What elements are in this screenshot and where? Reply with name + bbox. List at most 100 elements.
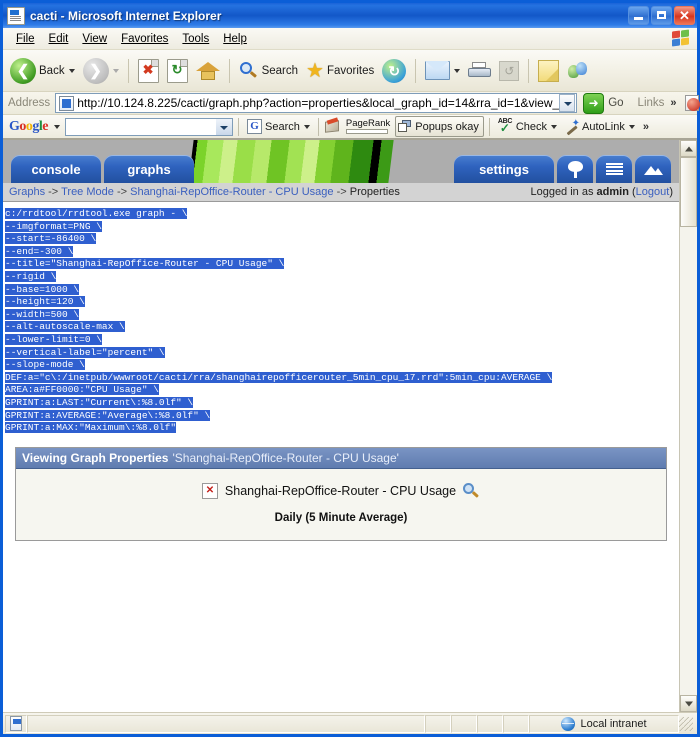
menu-file[interactable]: File xyxy=(9,31,42,47)
graph-properties-subject: 'Shanghai-RepOffice-Router - CPU Usage' xyxy=(172,450,399,465)
messenger-icon xyxy=(567,61,589,81)
menu-view-label: View xyxy=(82,32,108,45)
star-icon: ★ xyxy=(306,59,324,82)
edit-button xyxy=(496,54,522,88)
login-status: Logged in as admin (Logout) xyxy=(530,186,673,198)
print-button[interactable] xyxy=(465,54,494,88)
menu-tools[interactable]: Tools xyxy=(175,31,216,47)
breadcrumb-tree-mode[interactable]: Tree Mode xyxy=(61,186,114,198)
refresh-button[interactable]: ↻ xyxy=(164,54,191,88)
popup-blocker-button[interactable]: Popups okay xyxy=(395,116,484,137)
broken-image-icon xyxy=(201,483,218,500)
google-search-button[interactable]: G Search xyxy=(244,119,313,134)
breadcrumb-properties: Properties xyxy=(349,186,400,198)
history-button[interactable] xyxy=(379,54,409,88)
cmd-line-text: --end=-300 \ xyxy=(5,245,74,257)
cmd-line: --height=120 \ xyxy=(5,296,679,309)
vertical-scrollbar[interactable] xyxy=(679,140,697,712)
forward-arrow-icon: ❯ xyxy=(82,57,109,84)
tab-console[interactable]: console xyxy=(11,155,101,183)
cmd-line: --start=-86400 \ xyxy=(5,233,679,246)
google-menu-caret-icon[interactable] xyxy=(54,124,60,129)
minimize-button[interactable] xyxy=(628,6,649,25)
check-caret-icon[interactable] xyxy=(551,124,558,129)
google-overflow-chevron-icon[interactable]: » xyxy=(640,121,652,133)
windows-flag-icon xyxy=(672,29,691,47)
browser-window: cacti - Microsoft Internet Explorer File… xyxy=(0,0,700,737)
google-search-dropdown-icon[interactable] xyxy=(216,118,232,135)
search-button[interactable]: Search xyxy=(236,54,301,88)
spell-check-button[interactable]: ABC ✓ Check xyxy=(495,118,560,135)
autolink-button[interactable]: ✦ AutoLink xyxy=(562,119,638,136)
popups-label: Popups okay xyxy=(415,120,479,133)
scrollbar-thumb[interactable] xyxy=(680,157,697,227)
history-icon xyxy=(382,58,407,83)
pdf-toolbar-icon[interactable] xyxy=(683,94,700,113)
favorites-label: Favorites xyxy=(326,64,375,77)
resize-grip[interactable] xyxy=(679,716,693,731)
breadcrumb-graph-name[interactable]: Shanghai-RepOffice-Router - CPU Usage xyxy=(130,186,333,198)
links-overflow-chevron-icon[interactable]: » xyxy=(664,97,682,109)
cmd-line: --base=1000 \ xyxy=(5,283,679,297)
page-favicon-icon xyxy=(59,95,75,111)
stop-button[interactable]: ✖ xyxy=(135,54,162,88)
security-zone-cell[interactable]: Local intranet xyxy=(529,714,679,733)
messenger-button[interactable] xyxy=(564,54,592,88)
ie-document-icon xyxy=(7,6,25,25)
tab-settings[interactable]: settings xyxy=(454,155,554,183)
autolink-caret-icon[interactable] xyxy=(628,124,635,129)
cmd-line-text: AREA:a#FF0000:"CPU Usage" \ xyxy=(5,384,159,396)
tab-list-view[interactable] xyxy=(596,155,632,183)
mail-dropdown-caret-icon[interactable] xyxy=(454,68,461,73)
back-dropdown-caret-icon[interactable] xyxy=(68,68,75,73)
cmd-line: --slope-mode \ xyxy=(5,359,679,372)
back-button[interactable]: ❮ Back xyxy=(7,54,78,88)
links-label[interactable]: Links xyxy=(630,97,665,109)
scrollbar-track[interactable] xyxy=(680,227,697,695)
stop-icon: ✖ xyxy=(137,58,159,83)
cmd-line-text: GPRINT:a:MAX:"Maximum\:%8.0lf" xyxy=(5,422,177,434)
maximize-button[interactable] xyxy=(651,6,672,25)
logout-link[interactable]: Logout xyxy=(636,186,670,198)
scroll-down-button[interactable] xyxy=(680,695,697,712)
rrdtool-command-block[interactable]: c:/rrdtool/rrdtool.exe graph - \ --imgfo… xyxy=(3,202,679,435)
menu-view[interactable]: View xyxy=(75,31,114,47)
google-g-icon: G xyxy=(247,119,262,134)
cmd-line-text: --imgformat=PNG \ xyxy=(5,220,102,232)
cmd-line: --lower-limit=0 \ xyxy=(5,333,679,347)
google-divider-2 xyxy=(317,117,319,136)
scroll-up-button[interactable] xyxy=(680,140,697,157)
magnifier-icon[interactable] xyxy=(463,482,480,500)
cmd-line: --alt-autoscale-max \ xyxy=(5,321,679,334)
favorites-button[interactable]: ★ Favorites xyxy=(303,54,377,88)
home-button[interactable] xyxy=(193,54,223,88)
cmd-line-text: --width=500 \ xyxy=(5,308,80,320)
tab-preview-view[interactable] xyxy=(635,155,671,183)
google-search-caret-icon[interactable] xyxy=(303,124,310,129)
notes-button[interactable] xyxy=(535,54,562,88)
menu-help[interactable]: Help xyxy=(216,31,254,47)
cmd-line-text: --height=120 \ xyxy=(5,296,85,308)
breadcrumb-graphs[interactable]: Graphs xyxy=(9,186,45,198)
address-dropdown-button[interactable] xyxy=(559,94,576,112)
close-button[interactable] xyxy=(674,6,695,25)
cmd-line-text: --base=1000 \ xyxy=(5,283,80,295)
menu-favorites[interactable]: Favorites xyxy=(114,31,175,47)
popup-blocker-icon xyxy=(398,120,412,133)
status-page-icon-cell xyxy=(5,714,27,733)
pagerank-indicator[interactable]: PageRank xyxy=(345,119,390,134)
status-bar: Local intranet xyxy=(3,712,697,734)
cmd-line-text: --rigid \ xyxy=(5,270,57,282)
tab-graphs[interactable]: graphs xyxy=(104,155,194,183)
login-user: admin xyxy=(596,186,629,198)
menu-edit[interactable]: Edit xyxy=(42,31,76,47)
mail-button[interactable] xyxy=(422,54,463,88)
globe-icon xyxy=(561,716,576,731)
google-search-input[interactable] xyxy=(65,117,233,136)
cmd-line: --rigid \ xyxy=(5,270,679,284)
go-button[interactable]: Go xyxy=(577,92,629,114)
address-input[interactable]: http://10.124.8.225/cacti/graph.php?acti… xyxy=(55,93,578,113)
forward-button[interactable]: ❯ xyxy=(80,54,122,88)
tab-tree-view[interactable] xyxy=(557,155,593,183)
menu-favorites-label: Favorites xyxy=(121,32,169,45)
